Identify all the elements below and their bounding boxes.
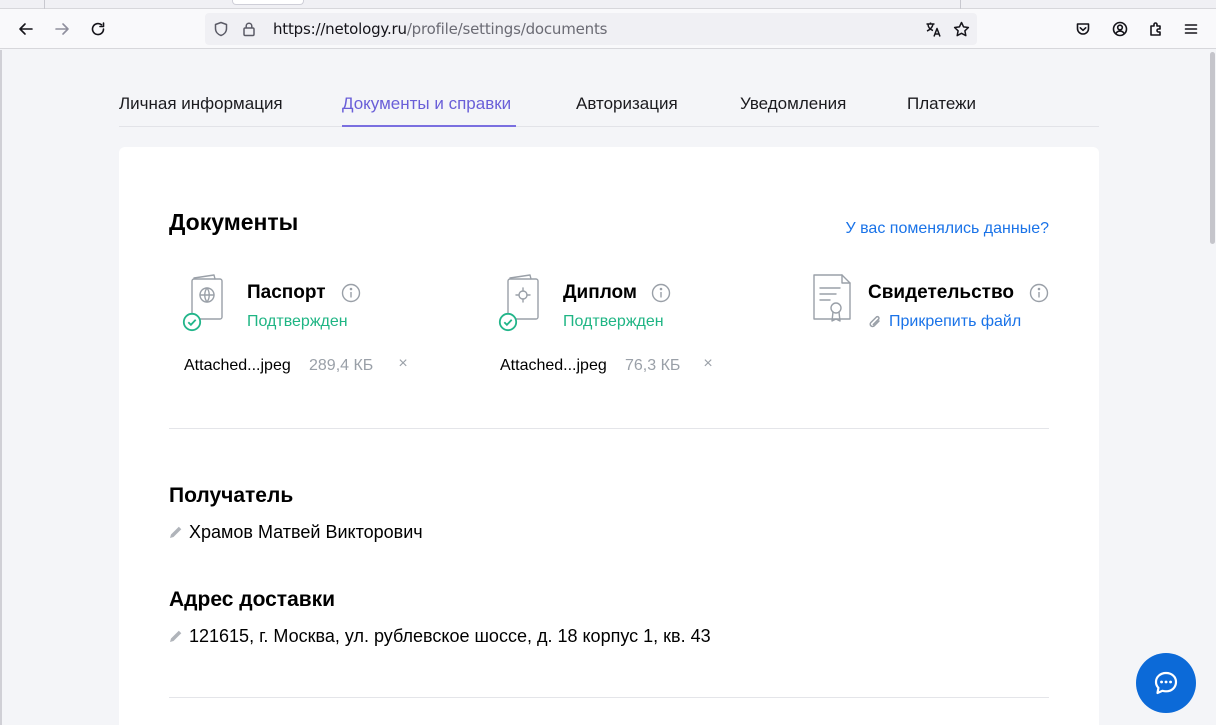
translate-icon[interactable] <box>921 17 945 41</box>
divider <box>169 428 1049 429</box>
bookmark-star-icon[interactable] <box>949 17 973 41</box>
reload-button[interactable] <box>84 15 112 43</box>
data-changed-link[interactable]: У вас поменялись данные? <box>846 220 1050 238</box>
url-host: https://netology.ru <box>273 20 407 38</box>
settings-tabs: Личная информация Документы и справки Ав… <box>119 50 1099 127</box>
recipient-heading: Получатель <box>169 484 294 507</box>
verified-check-icon <box>498 312 518 332</box>
forward-button[interactable] <box>48 15 76 43</box>
certificate-icon <box>808 272 856 330</box>
tab-separator <box>960 0 961 9</box>
scrollbar-thumb[interactable] <box>1210 52 1215 244</box>
page-scrollbar[interactable] <box>1210 50 1216 725</box>
forward-arrow-icon <box>55 23 69 35</box>
tab-authorization[interactable]: Авторизация <box>576 94 678 114</box>
pocket-button[interactable] <box>1069 15 1097 43</box>
menu-button[interactable] <box>1177 15 1205 43</box>
back-button[interactable] <box>12 15 40 43</box>
passport-info-icon[interactable] <box>341 283 361 303</box>
puzzle-icon <box>1150 22 1161 36</box>
address-heading: Адрес доставки <box>169 588 336 611</box>
documents-heading: Документы <box>169 209 299 235</box>
documents-card: Документы У вас поменялись данные? Паспо… <box>119 147 1099 725</box>
passport-remove-file-button[interactable]: × <box>396 356 410 373</box>
divider <box>169 697 1049 698</box>
delivery-address: 121615, г. Москва, ул. рублевское шоссе,… <box>189 626 711 646</box>
active-browser-tab[interactable] <box>232 0 304 5</box>
hamburger-menu-icon <box>1184 24 1198 34</box>
tab-documents[interactable]: Документы и справки <box>342 94 511 114</box>
diploma-title: Диплом <box>563 282 637 303</box>
pocket-icon <box>1076 23 1090 35</box>
certificate-info-icon[interactable] <box>1029 283 1049 303</box>
tab-payments[interactable]: Платежи <box>907 94 976 114</box>
back-arrow-icon <box>19 23 33 35</box>
edit-pencil-icon[interactable] <box>169 629 183 643</box>
reload-icon <box>91 22 105 36</box>
extensions-button[interactable] <box>1142 15 1170 43</box>
lock-icon[interactable] <box>237 17 261 41</box>
chat-button[interactable] <box>1136 653 1196 713</box>
diploma-remove-file-button[interactable]: × <box>701 356 715 373</box>
diploma-file-size: 76,3 КБ <box>625 357 681 374</box>
edit-pencil-icon[interactable] <box>169 525 183 539</box>
tracking-shield-icon[interactable] <box>209 17 233 41</box>
paperclip-icon <box>868 314 882 330</box>
url-path: /profile/settings/documents <box>406 20 608 38</box>
tab-notifications[interactable]: Уведомления <box>740 94 846 114</box>
browser-toolbar: https://netology.ru/profile/settings/doc… <box>0 9 1216 49</box>
account-icon <box>1112 21 1128 37</box>
diploma-info-icon[interactable] <box>651 283 671 303</box>
verified-check-icon <box>182 312 202 332</box>
recipient-name: Храмов Матвей Викторович <box>189 522 423 542</box>
diploma-file-name[interactable]: Attached...jpeg <box>500 357 607 375</box>
passport-file-name[interactable]: Attached...jpeg <box>184 357 291 375</box>
active-tab-underline <box>342 125 516 127</box>
url-text[interactable]: https://netology.ru/profile/settings/doc… <box>273 20 607 38</box>
passport-file-size: 289,4 КБ <box>309 357 374 374</box>
page-left-border <box>0 50 2 725</box>
tab-separator <box>44 0 45 9</box>
page-viewport: Личная информация Документы и справки Ав… <box>0 50 1216 725</box>
tab-personal-info[interactable]: Личная информация <box>119 94 283 114</box>
account-button[interactable] <box>1106 15 1134 43</box>
certificate-title: Свидетельство <box>868 282 1014 303</box>
diploma-status: Подтвержден <box>563 313 664 330</box>
address-bar[interactable]: https://netology.ru/profile/settings/doc… <box>205 13 977 45</box>
passport-title: Паспорт <box>247 282 326 303</box>
chat-bubble-icon <box>1154 671 1178 695</box>
tab-strip <box>0 0 1216 9</box>
passport-status: Подтвержден <box>247 313 348 330</box>
attach-file-link[interactable]: Прикрепить файл <box>889 313 1021 331</box>
